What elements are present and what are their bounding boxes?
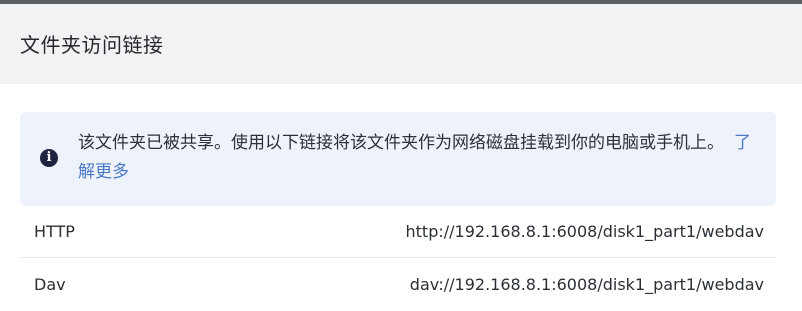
info-text-block: 该文件夹已被共享。使用以下链接将该文件夹作为网络磁盘挂载到你的电脑或手机上。 了解… bbox=[78, 129, 758, 187]
link-label-http: HTTP bbox=[34, 222, 75, 241]
link-url-http[interactable]: http://192.168.8.1:6008/disk1_part1/webd… bbox=[406, 220, 765, 244]
info-message: 该文件夹已被共享。使用以下链接将该文件夹作为网络磁盘挂载到你的电脑或手机上。 bbox=[78, 133, 724, 153]
link-label-dav: Dav bbox=[34, 275, 66, 294]
info-notice: i 该文件夹已被共享。使用以下链接将该文件夹作为网络磁盘挂载到你的电脑或手机上。… bbox=[20, 112, 776, 206]
link-url-dav[interactable]: dav://192.168.8.1:6008/disk1_part1/webda… bbox=[410, 273, 764, 297]
link-row-http: HTTP http://192.168.8.1:6008/disk1_part1… bbox=[20, 206, 776, 258]
dialog-title: 文件夹访问链接 bbox=[20, 33, 164, 57]
info-icon: i bbox=[40, 149, 58, 167]
dialog-header: 文件夹访问链接 bbox=[0, 4, 802, 84]
link-row-dav: Dav dav://192.168.8.1:6008/disk1_part1/w… bbox=[20, 259, 776, 311]
